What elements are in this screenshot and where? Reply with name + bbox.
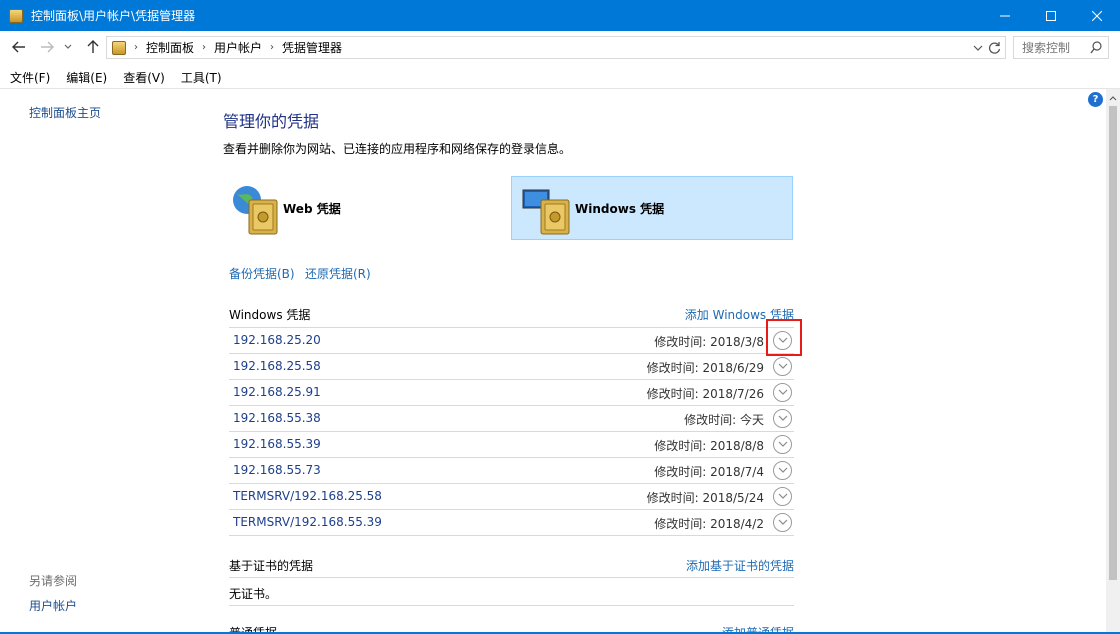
expand-chevron-icon[interactable] xyxy=(773,357,792,376)
credential-host[interactable]: 192.168.25.20 xyxy=(233,333,321,347)
page-title: 管理你的凭据 xyxy=(223,112,320,131)
breadcrumb-separator-icon: › xyxy=(270,42,275,53)
forward-button[interactable] xyxy=(36,36,58,58)
breadcrumb-user-accounts[interactable]: 用户帐户 xyxy=(214,39,262,56)
maximize-button[interactable] xyxy=(1028,0,1074,31)
credential-modified-date: 修改时间: 今天 xyxy=(684,413,764,427)
windows-credentials-title: Windows 凭据 xyxy=(229,308,311,322)
expand-chevron-icon[interactable] xyxy=(773,487,792,506)
title-bar: 控制面板\用户帐户\凭据管理器 xyxy=(0,0,1120,31)
chevron-down-icon xyxy=(64,44,72,49)
up-arrow-icon xyxy=(87,40,99,53)
credential-row[interactable]: 192.168.55.73 修改时间: 2018/7/4 xyxy=(229,458,794,484)
credential-row[interactable]: 192.168.55.39 修改时间: 2018/8/8 xyxy=(229,432,794,458)
windows-credentials-vault-icon xyxy=(522,189,570,235)
window-title: 控制面板\用户帐户\凭据管理器 xyxy=(31,9,196,23)
credential-manager-icon xyxy=(9,8,23,23)
breadcrumb-separator-icon: › xyxy=(202,42,207,53)
credential-modified-date: 修改时间: 2018/7/4 xyxy=(654,465,764,479)
minimize-icon xyxy=(1000,15,1010,16)
minimize-button[interactable] xyxy=(982,0,1028,31)
restore-credentials-link[interactable]: 还原凭据(R) xyxy=(305,265,371,282)
expand-chevron-icon[interactable] xyxy=(773,435,792,454)
breadcrumb-control-panel[interactable]: 控制面板 xyxy=(146,39,194,56)
menu-tools[interactable]: 工具(T) xyxy=(181,69,222,86)
address-field[interactable]: › 控制面板 › 用户帐户 › 凭据管理器 xyxy=(106,36,1006,59)
control-panel-icon xyxy=(112,40,126,55)
close-icon xyxy=(1092,10,1102,21)
windows-credentials-label: Windows 凭据 xyxy=(575,201,665,216)
web-credentials-label: Web 凭据 xyxy=(283,201,341,216)
help-icon[interactable]: ? xyxy=(1088,92,1103,107)
credential-row[interactable]: 192.168.25.58 修改时间: 2018/6/29 xyxy=(229,354,794,380)
expand-chevron-icon[interactable] xyxy=(773,383,792,402)
credential-modified-date: 修改时间: 2018/4/2 xyxy=(654,517,764,531)
section-divider xyxy=(229,577,794,578)
menu-bar: 文件(F) 编辑(E) 查看(V) 工具(T) xyxy=(0,66,228,88)
menu-view[interactable]: 查看(V) xyxy=(123,69,165,86)
highlight-annotation xyxy=(766,319,802,356)
credential-host[interactable]: TERMSRV/192.168.25.58 xyxy=(233,489,382,503)
backup-credentials-link[interactable]: 备份凭据(B) xyxy=(229,265,295,282)
search-box[interactable] xyxy=(1013,36,1109,59)
menu-file[interactable]: 文件(F) xyxy=(10,69,50,86)
user-accounts-link[interactable]: 用户帐户 xyxy=(29,597,77,614)
back-button[interactable] xyxy=(8,36,30,58)
address-bar: › 控制面板 › 用户帐户 › 凭据管理器 xyxy=(0,31,1120,64)
credential-row[interactable]: 192.168.55.38 修改时间: 今天 xyxy=(229,406,794,432)
credential-host[interactable]: 192.168.55.73 xyxy=(233,463,321,477)
menu-edit[interactable]: 编辑(E) xyxy=(66,69,107,86)
no-certificates-text: 无证书。 xyxy=(229,587,278,601)
credential-modified-date: 修改时间: 2018/8/8 xyxy=(654,439,764,453)
credential-row[interactable]: TERMSRV/192.168.55.39 修改时间: 2018/4/2 xyxy=(229,510,794,536)
see-also-label: 另请参阅 xyxy=(29,574,78,588)
close-button[interactable] xyxy=(1074,0,1120,31)
breadcrumb-separator-icon: › xyxy=(134,42,138,53)
forward-arrow-icon xyxy=(41,41,54,53)
maximize-icon xyxy=(1046,10,1056,21)
credential-host[interactable]: TERMSRV/192.168.55.39 xyxy=(233,515,382,529)
credential-modified-date: 修改时间: 2018/6/29 xyxy=(646,361,764,375)
cert-credentials-header: 基于证书的凭据 添加基于证书的凭据 xyxy=(229,557,794,577)
address-dropdown-icon[interactable] xyxy=(973,40,983,56)
web-credentials-vault-icon xyxy=(233,186,278,235)
web-credentials-tile[interactable]: Web 凭据 xyxy=(229,176,499,240)
credential-host[interactable]: 192.168.55.39 xyxy=(233,437,321,451)
scroll-thumb[interactable] xyxy=(1109,106,1117,580)
credential-modified-date: 修改时间: 2018/5/24 xyxy=(646,491,764,505)
recent-locations-button[interactable] xyxy=(61,36,75,58)
search-icon xyxy=(1090,41,1102,57)
cert-credentials-title: 基于证书的凭据 xyxy=(229,559,314,573)
credential-host[interactable]: 192.168.55.38 xyxy=(233,411,321,425)
windows-credentials-tile[interactable]: Windows 凭据 xyxy=(511,176,793,240)
up-button[interactable] xyxy=(82,36,104,58)
credential-row[interactable]: 192.168.25.20 修改时间: 2018/3/8 xyxy=(229,328,794,354)
menu-divider xyxy=(0,88,1120,89)
page-subtitle: 查看并删除你为网站、已连接的应用程序和网络保存的登录信息。 xyxy=(223,142,572,156)
search-input[interactable] xyxy=(1022,40,1084,55)
credential-host[interactable]: 192.168.25.58 xyxy=(233,359,321,373)
breadcrumb-credential-manager[interactable]: 凭据管理器 xyxy=(282,39,342,56)
vertical-scrollbar[interactable] xyxy=(1106,89,1120,634)
add-cert-credential-link[interactable]: 添加基于证书的凭据 xyxy=(686,557,794,574)
credential-host[interactable]: 192.168.25.91 xyxy=(233,385,321,399)
credential-row[interactable]: 192.168.25.91 修改时间: 2018/7/26 xyxy=(229,380,794,406)
expand-chevron-icon[interactable] xyxy=(773,513,792,532)
back-arrow-icon xyxy=(12,41,25,53)
expand-chevron-icon[interactable] xyxy=(773,409,792,428)
windows-credentials-header: Windows 凭据 添加 Windows 凭据 xyxy=(229,306,794,326)
credential-row[interactable]: TERMSRV/192.168.25.58 修改时间: 2018/5/24 xyxy=(229,484,794,510)
credential-modified-date: 修改时间: 2018/7/26 xyxy=(646,387,764,401)
section-divider xyxy=(229,605,794,606)
refresh-icon[interactable] xyxy=(988,39,1001,59)
credential-modified-date: 修改时间: 2018/3/8 xyxy=(654,335,764,349)
control-panel-home-link[interactable]: 控制面板主页 xyxy=(29,104,101,121)
scroll-up-icon[interactable] xyxy=(1106,91,1120,105)
expand-chevron-icon[interactable] xyxy=(773,461,792,480)
